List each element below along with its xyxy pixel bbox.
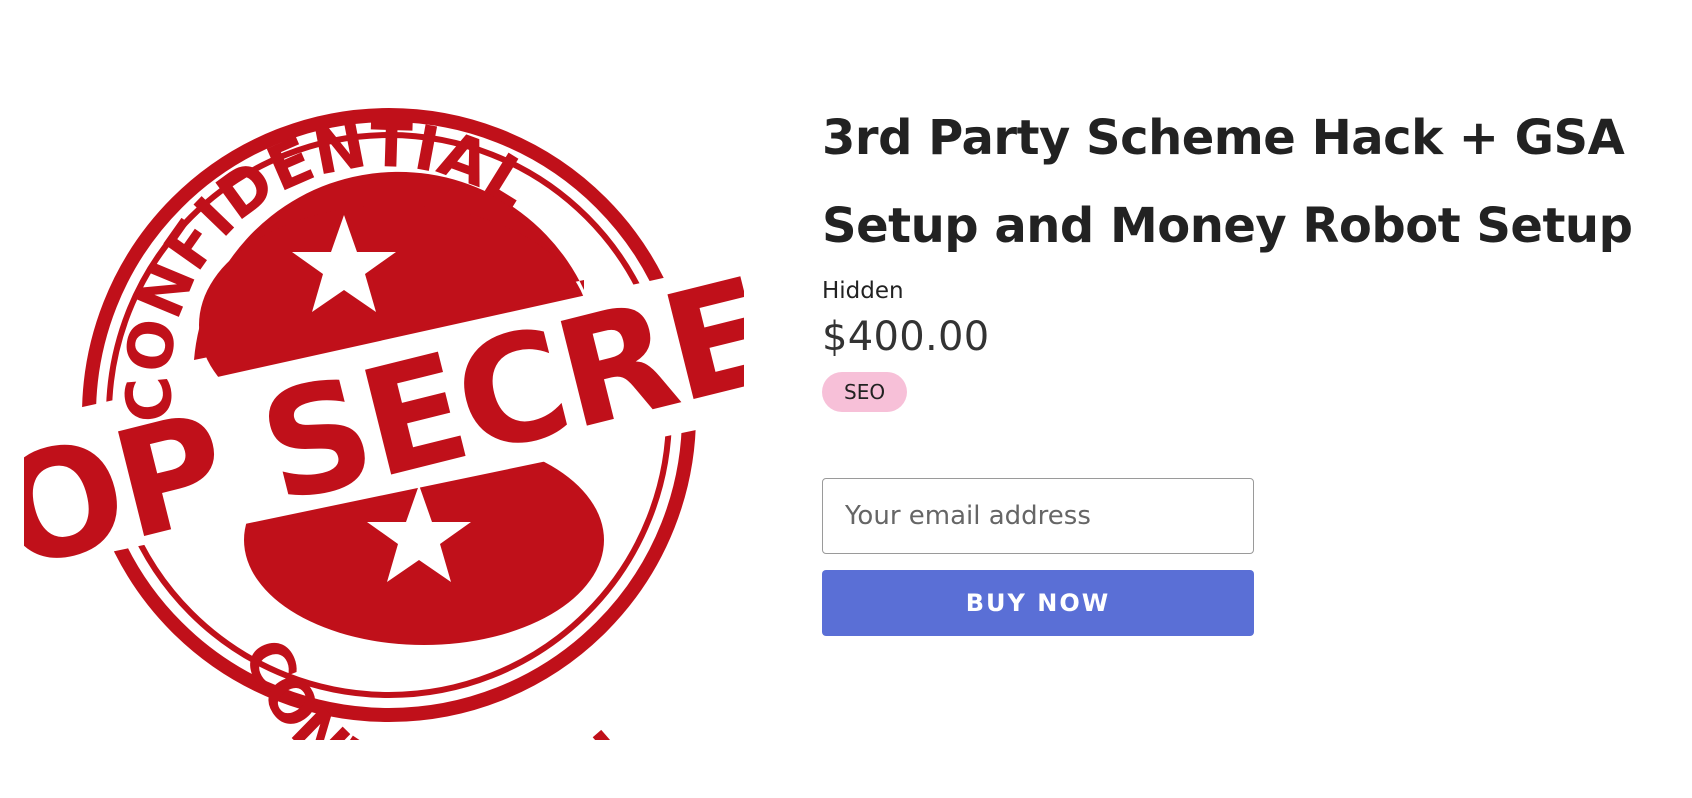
product-title: 3rd Party Scheme Hack + GSA Setup and Mo… <box>822 110 1633 254</box>
stamp-bottom-text: CONFIDENTIAL <box>229 630 656 740</box>
product-price: $400.00 <box>822 314 990 360</box>
email-input[interactable] <box>822 478 1254 554</box>
product-image: CONFIDENTIAL CONFIDENTIAL TOP SECRET <box>24 90 744 740</box>
top-secret-stamp-image: CONFIDENTIAL CONFIDENTIAL TOP SECRET <box>24 108 744 740</box>
product-info: 3rd Party Scheme Hack + GSA Setup and Mo… <box>822 100 1672 636</box>
product-tag[interactable]: SEO <box>822 372 908 412</box>
product-vendor: Hidden <box>822 278 904 304</box>
buy-now-button[interactable]: BUY NOW <box>822 570 1254 636</box>
purchase-form: BUY NOW <box>822 478 1254 636</box>
